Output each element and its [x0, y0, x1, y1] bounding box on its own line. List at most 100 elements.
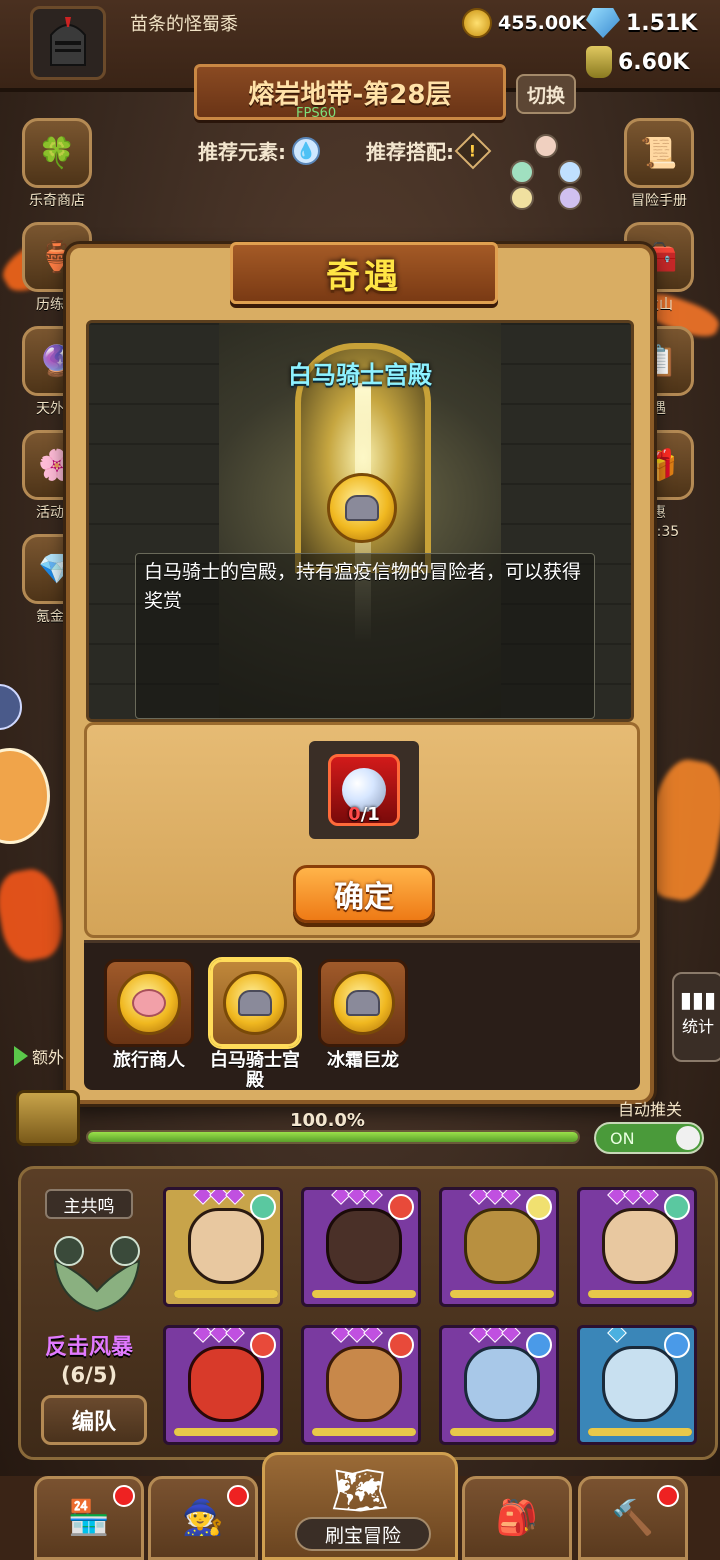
fire-element-icon	[250, 1332, 276, 1358]
wind-element-icon	[250, 1194, 276, 1220]
potion-icon	[586, 46, 612, 78]
hero-portrait	[464, 1208, 540, 1284]
reward-panel: 0/1 确定	[84, 722, 640, 938]
hero-portrait	[188, 1208, 264, 1284]
potion-counter[interactable]: 6.60K	[586, 46, 689, 78]
player-name: 苗条的怪蜀黍	[130, 14, 238, 35]
knight-helmet-avatar-icon	[50, 17, 86, 66]
nav-adventure-label: 刷宝冒险	[295, 1517, 431, 1551]
pig-shape	[132, 989, 166, 1017]
auto-advance-toggle[interactable]: ON	[594, 1122, 704, 1154]
hero-portrait	[602, 1346, 678, 1422]
event-item-traveling-merchant[interactable]: 旅行商人	[92, 959, 206, 1071]
progress-text: 100.0%	[290, 1110, 365, 1131]
hero-hp-bar	[588, 1428, 692, 1436]
hero-portrait	[602, 1208, 678, 1284]
bottom-nav: 🏪 🧙 🗺 刷宝冒险 🎒 🔨	[0, 1452, 720, 1560]
progress-fill	[88, 1132, 578, 1142]
hero-card-spartan[interactable]	[439, 1187, 559, 1307]
stats-button[interactable]: ▮▮▮ 统计	[672, 972, 720, 1062]
event-item-frost-dragon[interactable]: 冰霜巨龙	[306, 959, 420, 1071]
formation-button[interactable]: 编队	[41, 1395, 147, 1445]
confirm-button[interactable]: 确定	[293, 865, 435, 923]
treasure-chest-icon[interactable]	[16, 1090, 80, 1146]
nav-adventure[interactable]: 🗺 刷宝冒险	[262, 1452, 458, 1560]
floating-assistant-icon[interactable]	[0, 748, 50, 844]
hero-hp-bar	[312, 1290, 416, 1298]
hero-card-ice-hair[interactable]	[439, 1325, 559, 1445]
event-name: 白马骑士宫殿	[288, 361, 432, 389]
star-row	[469, 1328, 521, 1343]
play-icon	[14, 1046, 28, 1066]
hero-card-samurai[interactable]	[163, 1187, 283, 1307]
team-count: (6/5)	[60, 1363, 118, 1387]
potion-amount: 6.60K	[618, 49, 690, 75]
helmet-shape	[238, 990, 272, 1016]
star-row	[331, 1190, 383, 1205]
hero-card-dark-brute[interactable]	[301, 1187, 421, 1307]
forge-icon: 🔨	[611, 1498, 655, 1538]
side-btn-shop[interactable]: 🍀 乐奇商店	[20, 118, 94, 210]
hero-portrait	[188, 1346, 264, 1422]
nav-forge[interactable]: 🔨	[578, 1476, 688, 1560]
event-item-white-knight-palace[interactable]: 白马骑士宫殿	[198, 959, 312, 1091]
light-element-icon	[526, 1194, 552, 1220]
star-row	[193, 1190, 245, 1205]
event-frame-selected	[210, 959, 300, 1047]
helmet-shape	[346, 990, 380, 1016]
star-row	[193, 1328, 245, 1343]
hero-hp-bar	[450, 1290, 554, 1298]
gold-counter[interactable]: 455.00K	[462, 8, 586, 38]
wings-emblem-icon	[53, 1236, 141, 1313]
event-label: 白马骑士宫殿	[210, 1050, 300, 1091]
recommended-combo[interactable]: 推荐搭配: !	[366, 132, 492, 169]
water-drop-icon: 💧	[292, 136, 320, 165]
hero-hp-bar	[312, 1428, 416, 1436]
nav-shop[interactable]: 🏪	[34, 1476, 144, 1560]
notification-dot	[113, 1485, 135, 1507]
team-skill-name: 反击风暴	[44, 1335, 133, 1360]
hero-card-agent[interactable]	[577, 1187, 697, 1307]
resonance-button[interactable]: 主共鸣	[45, 1189, 133, 1219]
lava-crack	[0, 865, 68, 965]
knight-helmet-icon	[327, 473, 397, 543]
event-label: 冰霜巨龙	[327, 1050, 399, 1071]
modal-title-ribbon: 奇遇	[230, 242, 498, 304]
stats-label: 统计	[681, 1017, 714, 1036]
knight-helmet-icon	[331, 971, 395, 1035]
water-element-icon	[664, 1332, 690, 1358]
toggle-text: ON	[610, 1129, 635, 1148]
piggy-bank-icon	[117, 971, 181, 1035]
reward-item: 0/1	[328, 754, 400, 826]
hero-card-turban-warrior[interactable]	[301, 1325, 421, 1445]
nav-heroes[interactable]: 🧙	[148, 1476, 258, 1560]
hero-hp-bar	[174, 1290, 278, 1298]
gem-counter[interactable]: 1.51K	[586, 8, 697, 38]
bonus-button[interactable]: 额外	[14, 1044, 64, 1068]
helmet-shape	[345, 495, 379, 521]
element-cycle-icon	[508, 134, 584, 214]
crystal-icon	[586, 8, 620, 38]
side-btn-handbook[interactable]: 📜 冒险手册	[622, 118, 696, 210]
avatar[interactable]	[30, 6, 106, 80]
hero-hp-bar	[174, 1428, 278, 1436]
hero-card-ice-knight[interactable]	[577, 1325, 697, 1445]
shop-icon: 🏪	[67, 1498, 111, 1538]
reward-need: /1	[360, 804, 380, 825]
bonus-label: 额外	[32, 1048, 65, 1067]
encounter-modal: 奇遇 白马骑士宫殿 白马骑士的宫殿，持有瘟疫信物的冒险者，可以获得奖赏 0/1 …	[66, 242, 654, 1104]
reward-slot[interactable]: 0/1	[309, 741, 419, 839]
side-btn-label: 冒险手册	[631, 193, 687, 209]
event-frame	[318, 959, 408, 1047]
encounter-scene: 白马骑士宫殿 白马骑士的宫殿，持有瘟疫信物的冒险者，可以获得奖赏	[86, 320, 634, 722]
hero-card-red-demon[interactable]	[163, 1325, 283, 1445]
wind-element-icon	[664, 1194, 690, 1220]
switch-stage-button[interactable]: 切换	[516, 74, 576, 114]
scroll-icon: 📜	[624, 118, 694, 188]
nav-backpack[interactable]: 🎒	[462, 1476, 572, 1560]
modal-title: 奇遇	[326, 256, 402, 297]
stage-progress-bar	[86, 1130, 580, 1144]
warning-icon: !	[454, 132, 492, 169]
chat-bubble-icon[interactable]	[0, 684, 22, 730]
backpack-icon: 🎒	[495, 1498, 539, 1538]
